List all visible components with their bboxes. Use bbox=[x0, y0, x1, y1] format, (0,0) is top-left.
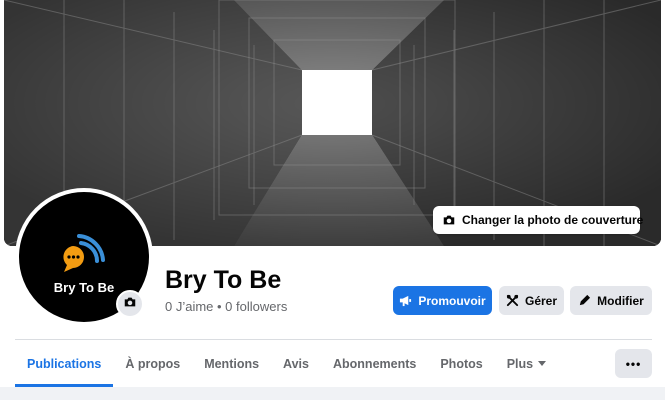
promote-label: Promouvoir bbox=[418, 293, 486, 308]
tab-about[interactable]: À propos bbox=[113, 340, 192, 387]
camera-icon bbox=[442, 213, 456, 227]
manage-label: Gérer bbox=[524, 293, 558, 308]
change-cover-label: Changer la photo de couverture bbox=[462, 213, 644, 227]
more-options-button[interactable]: ••• bbox=[615, 349, 652, 378]
page-stats: 0 J’aime • 0 followers bbox=[165, 299, 288, 314]
logo-icon bbox=[63, 234, 105, 272]
caret-down-icon bbox=[538, 361, 547, 366]
tab-mentions[interactable]: Mentions bbox=[192, 340, 271, 387]
tab-label: À propos bbox=[125, 356, 181, 371]
tools-icon bbox=[506, 294, 519, 307]
pencil-icon bbox=[578, 294, 591, 307]
avatar-camera-button[interactable] bbox=[116, 290, 144, 318]
tab-label: Mentions bbox=[204, 356, 260, 371]
camera-icon bbox=[123, 295, 137, 314]
tab-label: Photos bbox=[440, 356, 483, 371]
tab-label: Publications bbox=[27, 356, 102, 371]
tab-publications[interactable]: Publications bbox=[15, 340, 114, 387]
promote-button[interactable]: Promouvoir bbox=[393, 286, 492, 315]
edit-button[interactable]: Modifier bbox=[570, 286, 652, 315]
tab-photos[interactable]: Photos bbox=[428, 340, 494, 387]
change-cover-button[interactable]: Changer la photo de couverture bbox=[433, 206, 644, 234]
tab-reviews[interactable]: Avis bbox=[271, 340, 321, 387]
tab-label: Plus bbox=[506, 356, 534, 371]
tab-more[interactable]: Plus bbox=[495, 340, 558, 387]
manage-button[interactable]: Gérer bbox=[499, 286, 564, 315]
megaphone-icon bbox=[399, 294, 412, 307]
page-background-strip bbox=[0, 387, 665, 400]
tab-bar: Publications À propos Mentions Avis Abon… bbox=[15, 340, 558, 387]
tab-label: Abonnements bbox=[333, 356, 417, 371]
tab-label: Avis bbox=[283, 356, 309, 371]
edit-label: Modifier bbox=[597, 293, 644, 308]
ellipsis-icon: ••• bbox=[625, 356, 642, 371]
logo-text: Bry To Be bbox=[53, 280, 115, 295]
page-title: Bry To Be bbox=[165, 266, 282, 294]
tab-followers[interactable]: Abonnements bbox=[321, 340, 428, 387]
